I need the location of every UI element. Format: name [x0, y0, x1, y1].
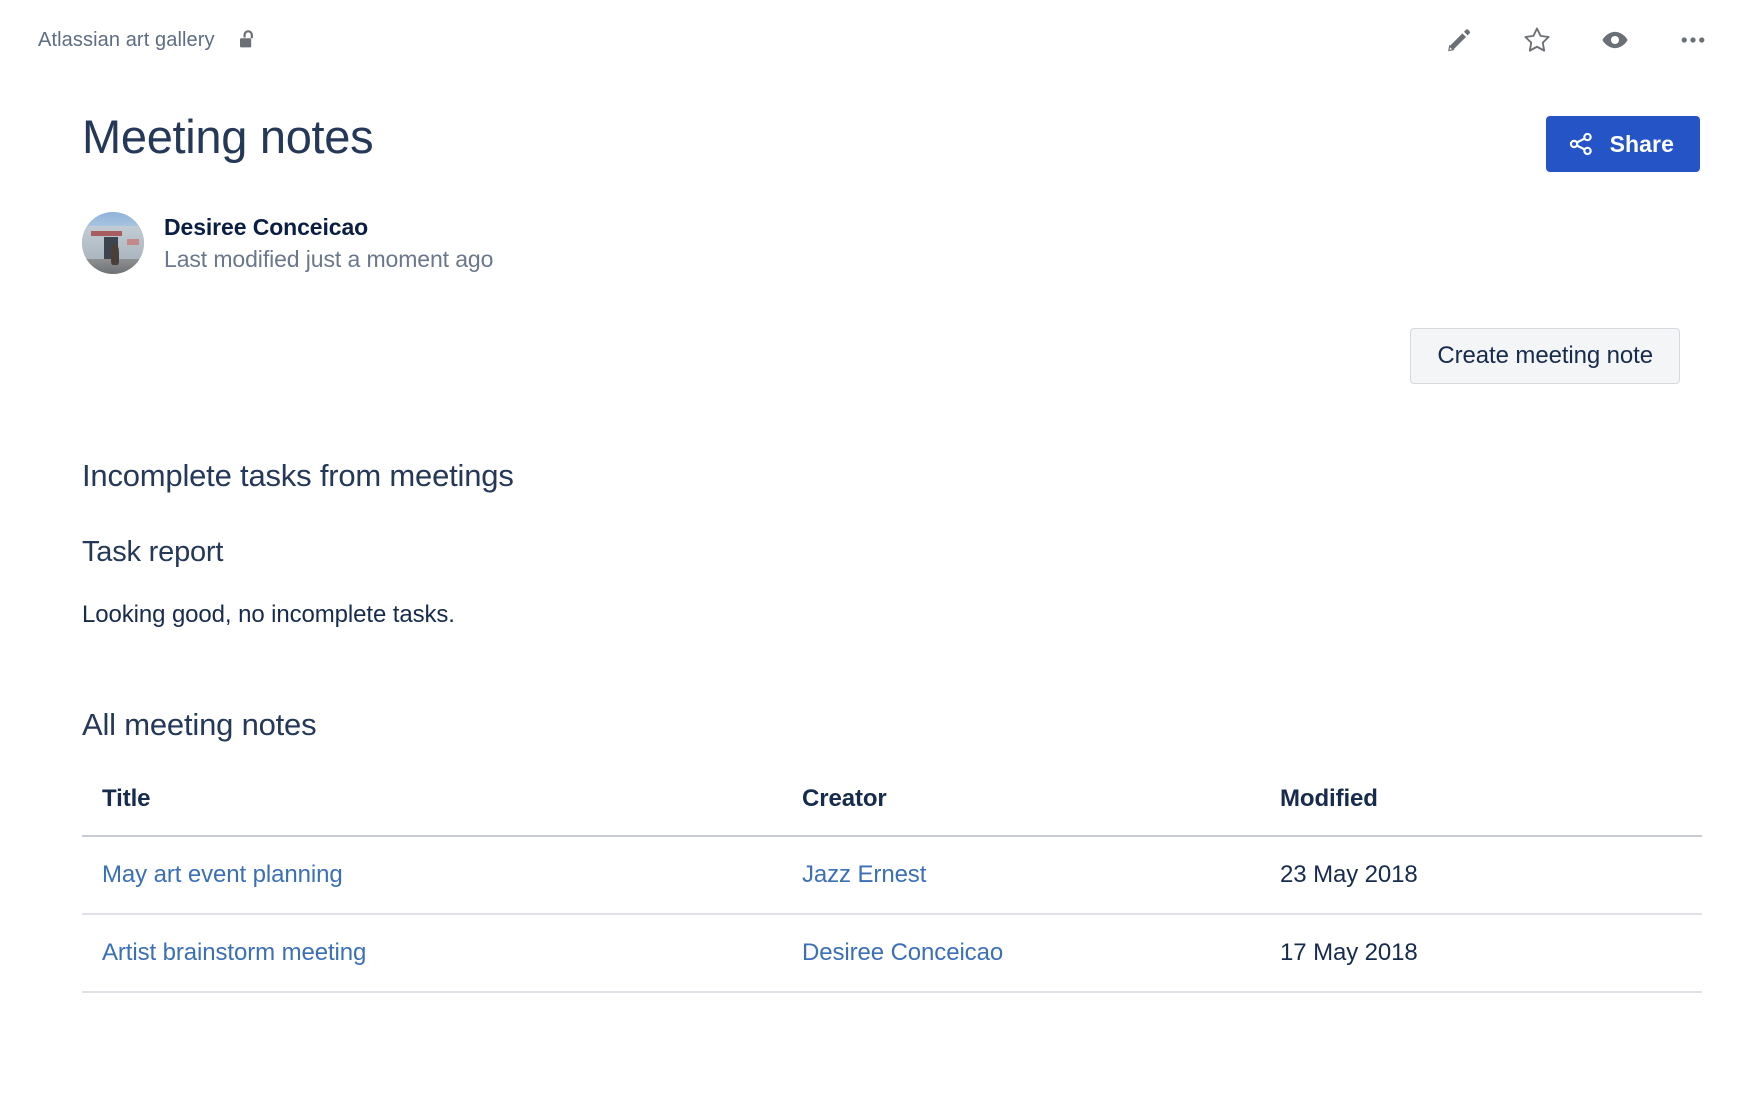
- share-button-label: Share: [1610, 131, 1674, 158]
- page-content: Meeting notes Share: [0, 110, 1762, 993]
- task-report-body: Looking good, no incomplete tasks.: [82, 601, 1700, 629]
- cell-modified: 17 May 2018: [1260, 914, 1702, 992]
- table-header-row: Title Creator Modified: [82, 785, 1702, 836]
- creator-link[interactable]: Jazz Ernest: [802, 861, 926, 888]
- column-header-title[interactable]: Title: [82, 785, 782, 836]
- edit-page-button[interactable]: [1444, 25, 1474, 55]
- page-header-bar: Atlassian art gallery: [0, 0, 1762, 80]
- table-row: Artist brainstorm meeting Desiree Concei…: [82, 914, 1702, 992]
- page-byline: Desiree Conceicao Last modified just a m…: [82, 212, 1700, 274]
- avatar[interactable]: [82, 212, 144, 274]
- incomplete-tasks-heading: Incomplete tasks from meetings: [82, 458, 1700, 494]
- column-header-modified[interactable]: Modified: [1260, 785, 1702, 836]
- meeting-note-link[interactable]: May art event planning: [102, 861, 343, 888]
- last-modified-text: Last modified just a moment ago: [164, 246, 493, 273]
- favorite-page-button[interactable]: [1522, 25, 1552, 55]
- creator-link[interactable]: Desiree Conceicao: [802, 939, 1003, 966]
- all-meeting-notes-heading: All meeting notes: [82, 707, 1700, 743]
- share-nodes-icon: [1568, 131, 1594, 157]
- cell-modified: 23 May 2018: [1260, 836, 1702, 914]
- table-row: May art event planning Jazz Ernest 23 Ma…: [82, 836, 1702, 914]
- column-header-creator[interactable]: Creator: [782, 785, 1260, 836]
- breadcrumb: Atlassian art gallery: [38, 27, 261, 53]
- create-action-row: Create meeting note: [82, 328, 1700, 384]
- meeting-note-link[interactable]: Artist brainstorm meeting: [102, 939, 366, 966]
- page-title: Meeting notes: [82, 110, 373, 164]
- more-actions-button[interactable]: [1678, 25, 1708, 55]
- author-name[interactable]: Desiree Conceicao: [164, 214, 493, 241]
- create-meeting-note-button[interactable]: Create meeting note: [1410, 328, 1680, 384]
- cell-creator: Desiree Conceicao: [782, 914, 1260, 992]
- page-title-row: Meeting notes Share: [82, 110, 1700, 172]
- task-report-heading: Task report: [82, 536, 1700, 569]
- page-header-actions: [1444, 25, 1730, 55]
- meeting-notes-table: Title Creator Modified May art event pla…: [82, 785, 1702, 993]
- cell-creator: Jazz Ernest: [782, 836, 1260, 914]
- breadcrumb-space-link[interactable]: Atlassian art gallery: [38, 29, 215, 52]
- cell-title: Artist brainstorm meeting: [82, 914, 782, 992]
- watch-page-button[interactable]: [1600, 25, 1630, 55]
- unlocked-padlock-icon[interactable]: [237, 27, 261, 53]
- cell-title: May art event planning: [82, 836, 782, 914]
- share-button[interactable]: Share: [1546, 116, 1700, 172]
